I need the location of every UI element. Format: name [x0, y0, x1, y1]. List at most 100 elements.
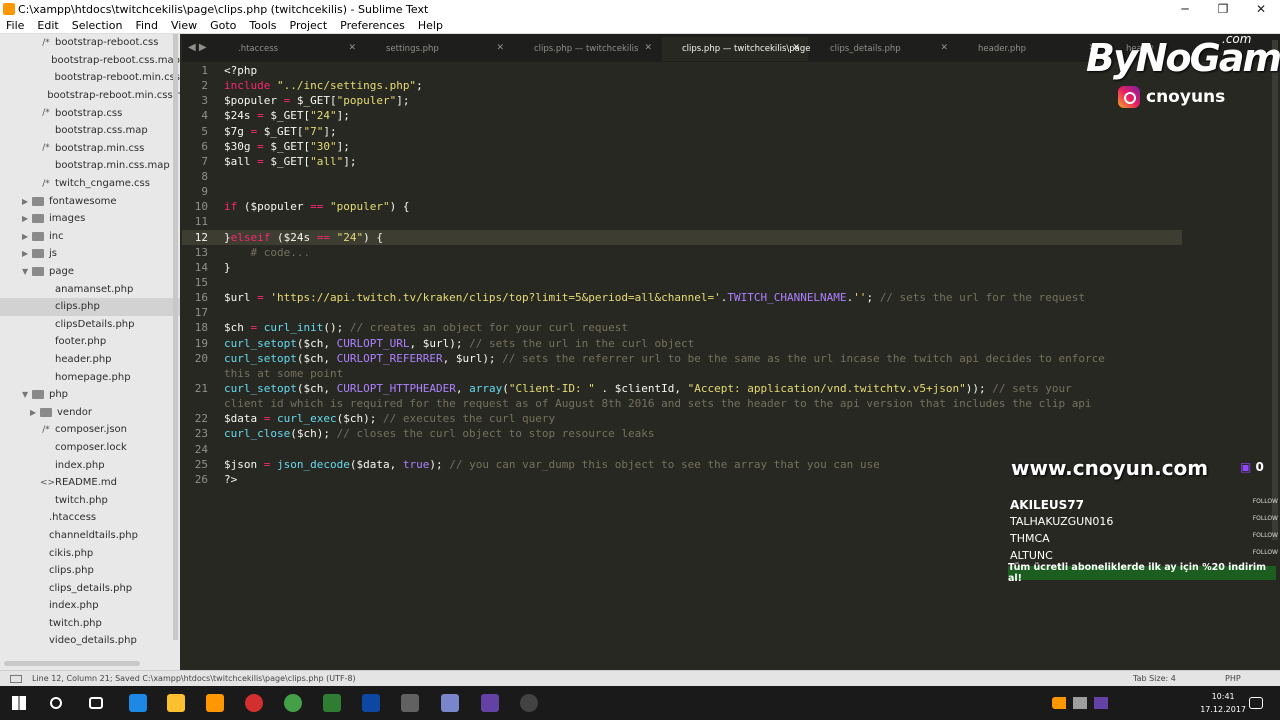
sidebar-file[interactable]: bootstrap.css.map	[0, 122, 180, 140]
code-line[interactable]: 2 include "../inc/settings.php";	[182, 78, 1182, 93]
sidebar-file[interactable]: composer.lock	[0, 439, 180, 457]
system-clock[interactable]: 10:41 17.12.2017	[1200, 690, 1246, 716]
sidebar-file[interactable]: footer.php	[0, 333, 180, 351]
sidebar-file[interactable]: video_details.php	[0, 632, 180, 650]
sidebar-folder[interactable]: ▶ vendor	[0, 403, 180, 421]
menu-tools[interactable]: Tools	[243, 19, 283, 32]
tray-icons[interactable]	[1052, 697, 1192, 709]
discord-icon[interactable]	[441, 694, 459, 712]
sidebar-folder[interactable]: ▶ fontawesome	[0, 192, 180, 210]
sidebar-file[interactable]: twitch.php	[0, 615, 180, 633]
sublime-taskbar-icon[interactable]	[206, 694, 224, 712]
sidebar-file[interactable]: channeldtails.php	[0, 527, 180, 545]
syntax-indicator[interactable]: PHP	[1225, 674, 1241, 683]
menu-edit[interactable]: Edit	[31, 19, 65, 32]
editor-tab[interactable]: clips.php — twitchcekilis\page ✕	[662, 37, 810, 61]
sidebar-folder[interactable]: ▼ page	[0, 263, 180, 281]
sidebar-file[interactable]: .htaccess	[0, 509, 180, 527]
editor-tab[interactable]: header.php ✕	[958, 37, 1104, 61]
close-icon[interactable]: ✕	[496, 43, 504, 53]
notification-icon[interactable]	[1249, 697, 1263, 709]
close-button[interactable]: ✕	[1242, 0, 1280, 18]
code-line[interactable]: 23 curl_close($ch); // closes the curl ob…	[182, 426, 1182, 441]
sidebar-file[interactable]: index.php	[0, 597, 180, 615]
code-view[interactable]: 1 <?php 2 include "../inc/settings.php"; 3 $p…	[182, 63, 1182, 487]
menu-find[interactable]: Find	[129, 19, 165, 32]
menu-goto[interactable]: Goto	[204, 19, 243, 32]
maximize-button[interactable]: ❐	[1204, 0, 1242, 18]
code-line[interactable]: client id which is required for the requ…	[182, 396, 1182, 411]
sidebar-file[interactable]: bootstrap-reboot.min.css.r	[0, 87, 180, 105]
sidebar-folder[interactable]: ▶ js	[0, 245, 180, 263]
sidebar-file[interactable]: clipsDetails.php	[0, 316, 180, 334]
code-line[interactable]: 7 $all = $_GET["all"];	[182, 154, 1182, 169]
obs-icon[interactable]	[520, 694, 538, 712]
sidebar-file[interactable]: /* composer.json	[0, 421, 180, 439]
chevron-right-icon[interactable]: ▶	[22, 232, 32, 241]
game-app-icon[interactable]	[401, 694, 419, 712]
code-line[interactable]: 15	[182, 275, 1182, 290]
panel-toggle-icon[interactable]	[10, 675, 22, 683]
editor-tab[interactable]: clips.php — twitchcekilis ✕	[514, 37, 660, 61]
chrome-icon[interactable]	[284, 694, 302, 712]
tab-size-indicator[interactable]: Tab Size: 4	[1133, 674, 1176, 683]
edge-icon[interactable]	[129, 694, 147, 712]
windows-start-icon[interactable]	[12, 696, 26, 710]
sidebar-file[interactable]: bootstrap-reboot.css.map	[0, 52, 180, 70]
sidebar-folder[interactable]: ▶ inc	[0, 228, 180, 246]
code-line[interactable]: 21 curl_setopt($ch, CURLOPT_HTTPHEADER, a…	[182, 381, 1182, 396]
sidebar-file[interactable]: /* bootstrap-reboot.css	[0, 34, 180, 52]
editor-scrollbar[interactable]	[1272, 40, 1278, 540]
close-icon[interactable]: ✕	[792, 43, 800, 53]
sidebar-file[interactable]: clips.php	[0, 297, 180, 316]
file-explorer-icon[interactable]	[167, 694, 185, 712]
sidebar-file[interactable]: /* bootstrap.min.css	[0, 140, 180, 158]
close-icon[interactable]: ✕	[940, 43, 948, 53]
sidebar-horizontal-scrollbar[interactable]	[4, 661, 140, 666]
sidebar-file[interactable]: <> README.md	[0, 474, 180, 492]
code-line[interactable]: this at some point	[182, 366, 1182, 381]
tab-nav-arrows-icon[interactable]: ◀ ▶	[188, 42, 207, 53]
sidebar-file[interactable]: clips_details.php	[0, 579, 180, 597]
menu-view[interactable]: View	[165, 19, 204, 32]
sidebar-file[interactable]: homepage.php	[0, 368, 180, 386]
sidebar-file[interactable]: twitch.php	[0, 491, 180, 509]
dreamweaver-icon[interactable]	[323, 694, 341, 712]
menu-preferences[interactable]: Preferences	[334, 19, 412, 32]
search-icon[interactable]	[50, 697, 62, 709]
chevron-down-icon[interactable]: ▼	[22, 390, 32, 399]
code-line[interactable]: 20 curl_setopt($ch, CURLOPT_REFERRER, $ur…	[182, 351, 1182, 366]
sidebar-folder[interactable]: ▼ php	[0, 386, 180, 404]
menu-project[interactable]: Project	[284, 19, 335, 32]
code-line[interactable]: 17	[182, 305, 1182, 320]
code-line[interactable]: 6 $30g = $_GET["30"];	[182, 139, 1182, 154]
code-line[interactable]: 10 if ($populer == "populer") {	[182, 199, 1182, 214]
menu-file[interactable]: File	[0, 19, 31, 32]
editor-tab[interactable]: clips_details.php ✕	[810, 37, 956, 61]
code-line[interactable]: 16 $url = 'https://api.twitch.tv/kraken/c…	[182, 290, 1182, 305]
editor-tab[interactable]: settings.php ✕	[366, 37, 512, 61]
code-line[interactable]: 19 curl_setopt($ch, CURLOPT_URL, $url); /…	[182, 336, 1182, 351]
code-line[interactable]: 24	[182, 442, 1182, 457]
menu-selection[interactable]: Selection	[66, 19, 130, 32]
sidebar-file[interactable]: /* twitch_cngame.css	[0, 175, 180, 193]
close-icon[interactable]: ✕	[348, 43, 356, 53]
chevron-right-icon[interactable]: ▶	[22, 214, 32, 223]
code-line[interactable]: 8	[182, 169, 1182, 184]
code-line[interactable]: 1 <?php	[182, 63, 1182, 78]
sidebar-file[interactable]: header.php	[0, 351, 180, 369]
sidebar-file[interactable]: bootstrap-reboot.min.css	[0, 69, 180, 87]
code-line[interactable]: 5 $7g = $_GET["7"];	[182, 124, 1182, 139]
code-line[interactable]: 9	[182, 184, 1182, 199]
code-line[interactable]: 12}elseif ($24s == "24") {	[182, 229, 1182, 245]
sidebar-file[interactable]: cikis.php	[0, 544, 180, 562]
sidebar-file[interactable]: bootstrap.min.css.map	[0, 157, 180, 175]
code-line[interactable]: 14}	[182, 260, 1182, 275]
minimize-button[interactable]: ─	[1166, 0, 1204, 18]
chevron-right-icon[interactable]: ▶	[22, 197, 32, 206]
code-line[interactable]: 11	[182, 214, 1182, 229]
sidebar-scrollbar[interactable]	[173, 34, 178, 640]
sidebar-file[interactable]: index.php	[0, 456, 180, 474]
twitch-icon[interactable]	[481, 694, 499, 712]
editor-tab[interactable]: .htaccess ✕	[218, 37, 364, 61]
